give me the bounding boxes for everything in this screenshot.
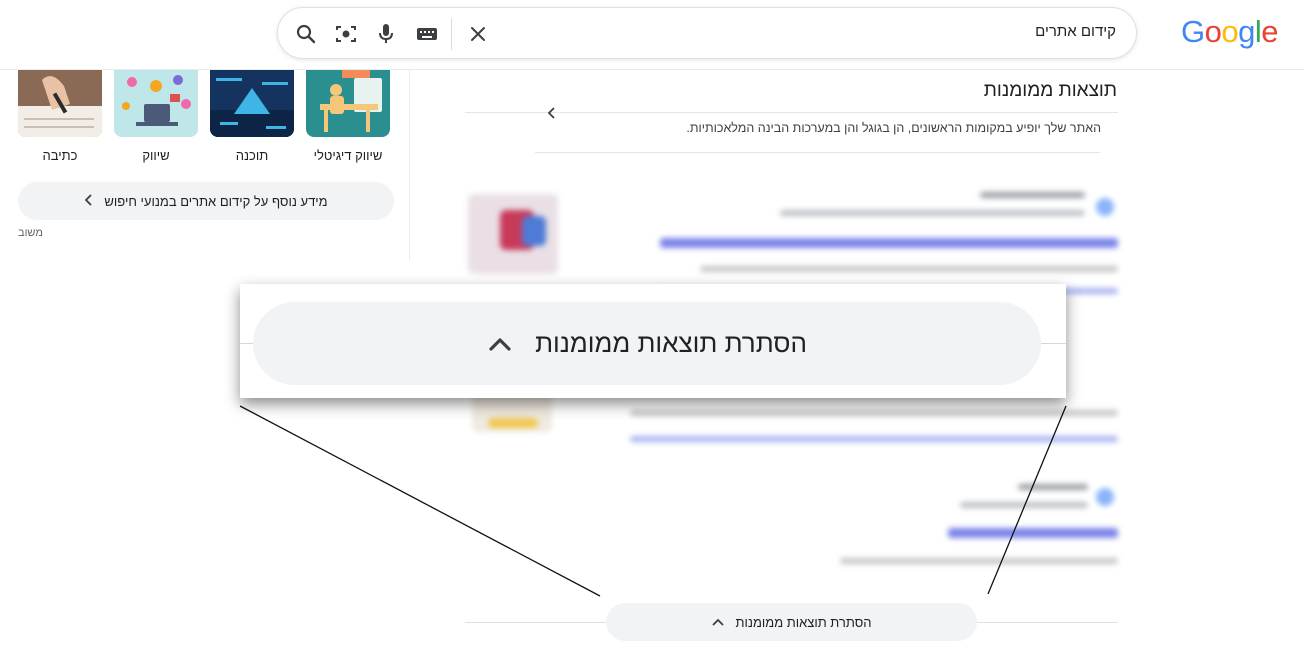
result-url xyxy=(960,502,1088,508)
search-results-page: Google קידום אתרים שיווק דיגיטלי תוכנה ש… xyxy=(0,0,1304,651)
feedback-link[interactable]: משוב xyxy=(18,227,43,239)
chevron-up-icon xyxy=(711,615,724,629)
category-thumb-marketing[interactable] xyxy=(114,70,198,137)
result-desc xyxy=(840,558,1118,564)
result-desc xyxy=(630,410,1118,416)
sponsored-results-title: תוצאות ממומנות xyxy=(983,80,1117,101)
logo-letter: o xyxy=(1204,14,1222,49)
related-topics-panel: שיווק דיגיטלי תוכנה שיווק כתיבה מידע נוס… xyxy=(0,70,410,260)
search-divider xyxy=(451,18,452,50)
search-bar[interactable]: קידום אתרים xyxy=(277,7,1137,59)
mic-icon[interactable] xyxy=(372,20,400,48)
chevron-left-icon[interactable] xyxy=(547,106,557,123)
lens-icon[interactable] xyxy=(332,20,360,48)
more-info-button[interactable]: מידע נוסף על קידום אתרים במנועי חיפוש xyxy=(18,182,394,220)
logo-letter: g xyxy=(1238,14,1255,49)
result-links xyxy=(630,436,1118,442)
category-thumb-writing[interactable] xyxy=(18,70,102,137)
result-desc xyxy=(700,266,1118,272)
result-thumbnail xyxy=(488,418,538,428)
google-logo[interactable]: Google xyxy=(1181,14,1279,50)
logo-letter: e xyxy=(1261,14,1279,49)
chevron-up-icon xyxy=(487,331,513,357)
chevron-left-icon xyxy=(84,193,94,209)
search-icon[interactable] xyxy=(292,20,320,48)
more-info-label: מידע נוסף על קידום אתרים במנועי חיפוש xyxy=(104,193,328,209)
section-divider xyxy=(535,152,1100,153)
category-label-marketing: שיווק xyxy=(142,148,170,163)
favicon-icon xyxy=(1096,198,1114,216)
logo-letter: G xyxy=(1181,14,1205,49)
category-label-digital-marketing: שיווק דיגיטלי xyxy=(313,148,383,163)
result-thumbnail xyxy=(522,216,546,246)
section-divider xyxy=(465,112,1118,113)
favicon-icon xyxy=(1096,488,1114,506)
overview-snippet: האתר שלך יופיע במקומות הראשונים, הן בגוג… xyxy=(686,121,1101,135)
category-thumb-digital-marketing[interactable] xyxy=(306,70,390,137)
clear-icon[interactable] xyxy=(464,20,492,48)
hide-sponsored-button[interactable]: הסתרת תוצאות ממומנות xyxy=(606,603,977,641)
hide-sponsored-label: הסתרת תוצאות ממומנות xyxy=(735,614,872,630)
zoom-callout: הסתרת תוצאות ממומנות xyxy=(240,284,1066,398)
result-site xyxy=(980,192,1085,198)
category-thumb-software[interactable] xyxy=(210,70,294,137)
header: Google קידום אתרים xyxy=(0,0,1304,70)
result-url xyxy=(780,210,1085,216)
logo-letter: o xyxy=(1221,14,1239,49)
keyboard-icon[interactable] xyxy=(413,20,441,48)
search-input[interactable]: קידום אתרים xyxy=(1035,23,1116,40)
zoomed-hide-sponsored-label: הסתרת תוצאות ממומנות xyxy=(535,328,807,358)
category-label-software: תוכנה xyxy=(235,148,269,163)
category-label-writing: כתיבה xyxy=(42,148,78,163)
result-title xyxy=(948,528,1118,538)
result-title xyxy=(660,238,1118,248)
result-site xyxy=(1018,484,1088,490)
zoomed-hide-sponsored-button[interactable]: הסתרת תוצאות ממומנות xyxy=(253,302,1041,385)
